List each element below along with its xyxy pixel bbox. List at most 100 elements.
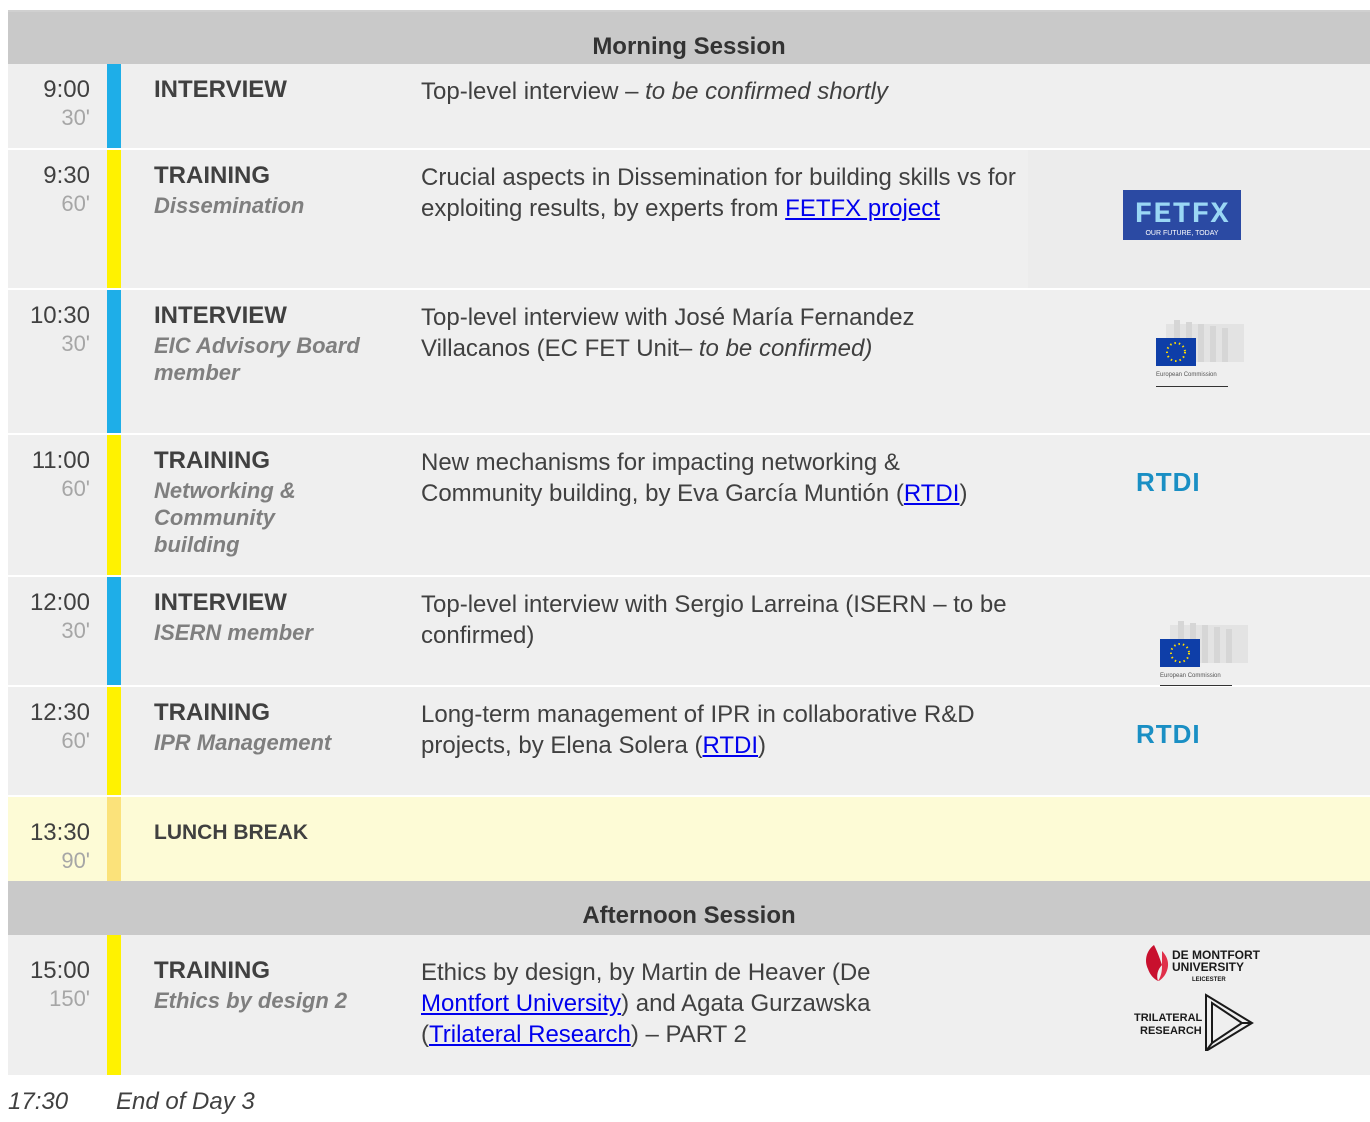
- schedule-row: 15:00 150' TRAINING Ethics by design 2 Eth…: [8, 935, 1370, 1075]
- fetfx-project-link[interactable]: FETFX project: [785, 195, 940, 222]
- description: Top-level interview with José María Fern…: [421, 302, 981, 364]
- type-label: INTERVIEW: [154, 76, 287, 103]
- logo-cell: European Commission: [1028, 577, 1370, 686]
- session-type: INTERVIEW: [154, 76, 287, 104]
- type-label: TRAINING: [154, 957, 270, 984]
- trilateral-link[interactable]: Trilateral Research: [429, 1021, 631, 1048]
- session-type: LUNCH BREAK: [154, 819, 308, 847]
- logo-cell: RTDI: [1028, 435, 1370, 575]
- schedule-row: 11:00 60' TRAINING Networking & Community …: [8, 435, 1370, 577]
- time-cell: 9:30 60': [43, 162, 90, 218]
- time-cell: 10:30 30': [30, 302, 90, 358]
- logo-cell: DE MONTFORT UNIVERSITY LEICESTER TRILATE…: [1028, 935, 1370, 1075]
- duration: 30': [61, 105, 90, 130]
- session-type: TRAINING IPR Management: [154, 699, 331, 756]
- duration: 30': [61, 618, 90, 643]
- desc-italic: to be confirmed shortly: [645, 78, 888, 105]
- ec-logo-text: European Commission: [1160, 673, 1221, 679]
- time-cell: 13:30 90': [30, 819, 90, 875]
- duration: 60': [61, 191, 90, 216]
- start-time: 15:00: [29, 957, 90, 984]
- logo-cell: European Commission: [1028, 290, 1370, 433]
- type-subtitle: ISERN member: [154, 620, 313, 645]
- description: Crucial aspects in Dissemination for bui…: [421, 162, 1021, 224]
- start-time: 12:30: [29, 699, 90, 726]
- desc-text: Top-level interview –: [421, 78, 646, 105]
- description: Ethics by design, by Martin de Heaver (D…: [421, 957, 961, 1050]
- type-label: TRAINING: [154, 447, 270, 474]
- interview-bar: [107, 290, 121, 433]
- start-time: 11:00: [31, 447, 90, 474]
- schedule-row: 9:00 30' INTERVIEW Top-level interview – …: [8, 64, 1370, 150]
- rtdi-link[interactable]: RTDI: [904, 480, 960, 507]
- morning-session-header: Morning Session: [8, 12, 1370, 64]
- duration: 150': [49, 986, 90, 1011]
- european-commission-logo: European Commission: [1160, 621, 1248, 686]
- time-cell: 12:30 60': [30, 699, 90, 755]
- dmu-line3: LEICESTER: [1192, 977, 1226, 983]
- desc-text: New mechanisms for impacting networking …: [421, 449, 904, 507]
- start-time: 9:00: [43, 76, 90, 103]
- session-type: INTERVIEW ISERN member: [154, 589, 313, 646]
- fetfx-logo-tagline: OUR FUTURE, TODAY: [1145, 230, 1218, 237]
- type-subtitle: IPR Management: [154, 730, 332, 755]
- end-of-day-line: 17:30 End of Day 3: [8, 1088, 255, 1116]
- dmu-link[interactable]: Montfort University: [421, 990, 621, 1017]
- morning-session-title: Morning Session: [592, 33, 786, 60]
- tri-line1: TRILATERAL: [1134, 1012, 1203, 1024]
- description: Top-level interview – to be confirmed sh…: [421, 76, 1041, 107]
- desc-text-end: ) – PART 2: [630, 1021, 747, 1048]
- schedule-row: 12:30 60' TRAINING IPR Management Long-ter…: [8, 687, 1370, 797]
- rtdi-link[interactable]: RTDI: [702, 732, 758, 759]
- tri-line2: RESEARCH: [1140, 1025, 1202, 1037]
- session-type: TRAINING Ethics by design 2: [154, 957, 347, 1014]
- schedule-row: 12:00 30' INTERVIEW ISERN member Top-level…: [8, 577, 1370, 687]
- duration: 60': [61, 728, 90, 753]
- session-type: INTERVIEW EIC Advisory Board member: [154, 302, 364, 386]
- lunch-row: 13:30 90' LUNCH BREAK: [8, 797, 1370, 881]
- start-time: 10:30: [29, 302, 90, 329]
- afternoon-session-header: Afternoon Session: [8, 881, 1370, 935]
- type-subtitle: Dissemination: [154, 193, 305, 218]
- rtdi-logo: RTDI: [1136, 719, 1201, 749]
- duration: 30': [61, 331, 90, 356]
- lunch-label: LUNCH BREAK: [154, 821, 308, 844]
- type-label: TRAINING: [154, 699, 270, 726]
- rtdi-logo: RTDI: [1136, 467, 1201, 497]
- time-cell: 11:00 60': [32, 447, 90, 503]
- training-bar: [107, 150, 121, 288]
- schedule-row: 9:30 60' TRAINING Dissemination Crucial as…: [8, 150, 1370, 290]
- fetfx-logo-text: FETFX: [1134, 198, 1229, 232]
- ec-logo-text: European Commission: [1156, 372, 1217, 378]
- fetfx-logo: FETFX OUR FUTURE, TODAY: [1123, 190, 1241, 240]
- rtdi-logo-text: RTDI: [1136, 467, 1201, 497]
- time-cell: 9:00 30': [43, 76, 90, 132]
- afternoon-session-title: Afternoon Session: [582, 902, 796, 929]
- type-subtitle: Networking & Community building: [154, 478, 296, 557]
- time-cell: 12:00 30': [30, 589, 90, 645]
- type-subtitle: EIC Advisory Board member: [154, 333, 360, 385]
- description: New mechanisms for impacting networking …: [421, 447, 991, 509]
- logo-cell: RTDI: [1028, 687, 1370, 795]
- type-subtitle: Ethics by design 2: [154, 988, 348, 1013]
- european-commission-logo: European Commission: [1156, 320, 1244, 387]
- desc-italic: to be confirmed): [698, 335, 873, 362]
- time-cell: 15:00 150': [30, 957, 90, 1013]
- desc-text-end: ): [758, 732, 767, 759]
- description: Long-term management of IPR in collabora…: [421, 699, 1001, 761]
- duration: 60': [61, 476, 90, 501]
- training-bar: [107, 935, 121, 1075]
- description: Top-level interview with Sergio Larreina…: [421, 589, 1021, 651]
- type-label: INTERVIEW: [154, 302, 287, 329]
- training-bar: [107, 687, 121, 795]
- training-bar: [107, 435, 121, 575]
- desc-text: Top-level interview with Sergio Larreina…: [421, 591, 1007, 649]
- duration: 90': [61, 848, 90, 873]
- start-time: 12:00: [29, 589, 90, 616]
- lunch-bar: [107, 797, 121, 881]
- type-label: INTERVIEW: [154, 589, 287, 616]
- interview-bar: [107, 64, 121, 148]
- schedule-row: 10:30 30' INTERVIEW EIC Advisory Board mem…: [8, 290, 1370, 435]
- end-label: End of Day 3: [116, 1088, 255, 1115]
- rtdi-logo-text: RTDI: [1136, 719, 1201, 749]
